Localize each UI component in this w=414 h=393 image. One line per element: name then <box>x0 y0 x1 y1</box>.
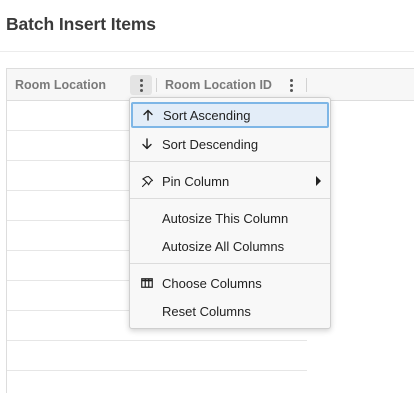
menu-item-label: Sort Ascending <box>163 107 251 123</box>
menu-item-label: Autosize All Columns <box>162 238 285 254</box>
menu-item-sort-ascending[interactable]: Sort Ascending <box>131 102 329 128</box>
column-menu-button-room-location-id[interactable] <box>280 75 302 95</box>
title-divider <box>0 51 414 52</box>
column-header-label: Room Location ID <box>165 77 272 92</box>
columns-icon <box>140 276 154 290</box>
menu-separator <box>130 198 330 199</box>
menu-item-label: Choose Columns <box>162 275 262 291</box>
page: Batch Insert Items Room Location Room Lo… <box>0 0 414 393</box>
chevron-right-icon <box>316 176 321 186</box>
arrow-down-icon <box>140 137 154 151</box>
menu-item-label: Pin Column <box>162 173 230 189</box>
menu-item-reset-columns[interactable]: Reset Columns <box>131 298 329 324</box>
table-row[interactable] <box>7 371 307 393</box>
menu-item-label: Sort Descending <box>162 136 259 152</box>
vertical-dots-icon <box>289 78 293 92</box>
menu-item-sort-descending[interactable]: Sort Descending <box>131 131 329 157</box>
menu-separator <box>130 161 330 162</box>
menu-item-label: Reset Columns <box>162 303 251 319</box>
column-menu: Sort Ascending Sort Descending Pin Colum… <box>129 97 331 329</box>
table-row[interactable] <box>7 341 307 371</box>
menu-item-label: Autosize This Column <box>162 210 289 226</box>
menu-item-choose-columns[interactable]: Choose Columns <box>131 270 329 296</box>
pin-icon <box>140 174 154 188</box>
column-resize-handle[interactable] <box>156 78 157 92</box>
column-resize-handle[interactable] <box>306 78 307 92</box>
column-header-label: Room Location <box>15 77 106 92</box>
menu-separator <box>130 263 330 264</box>
vertical-dots-icon <box>139 78 143 92</box>
menu-item-autosize-all-columns[interactable]: Autosize All Columns <box>131 233 329 259</box>
column-menu-button-room-location[interactable] <box>130 75 152 95</box>
arrow-up-icon <box>141 108 155 122</box>
menu-item-autosize-this-column[interactable]: Autosize This Column <box>131 205 329 231</box>
menu-item-pin-column[interactable]: Pin Column <box>131 168 329 194</box>
page-title: Batch Insert Items <box>6 14 156 34</box>
